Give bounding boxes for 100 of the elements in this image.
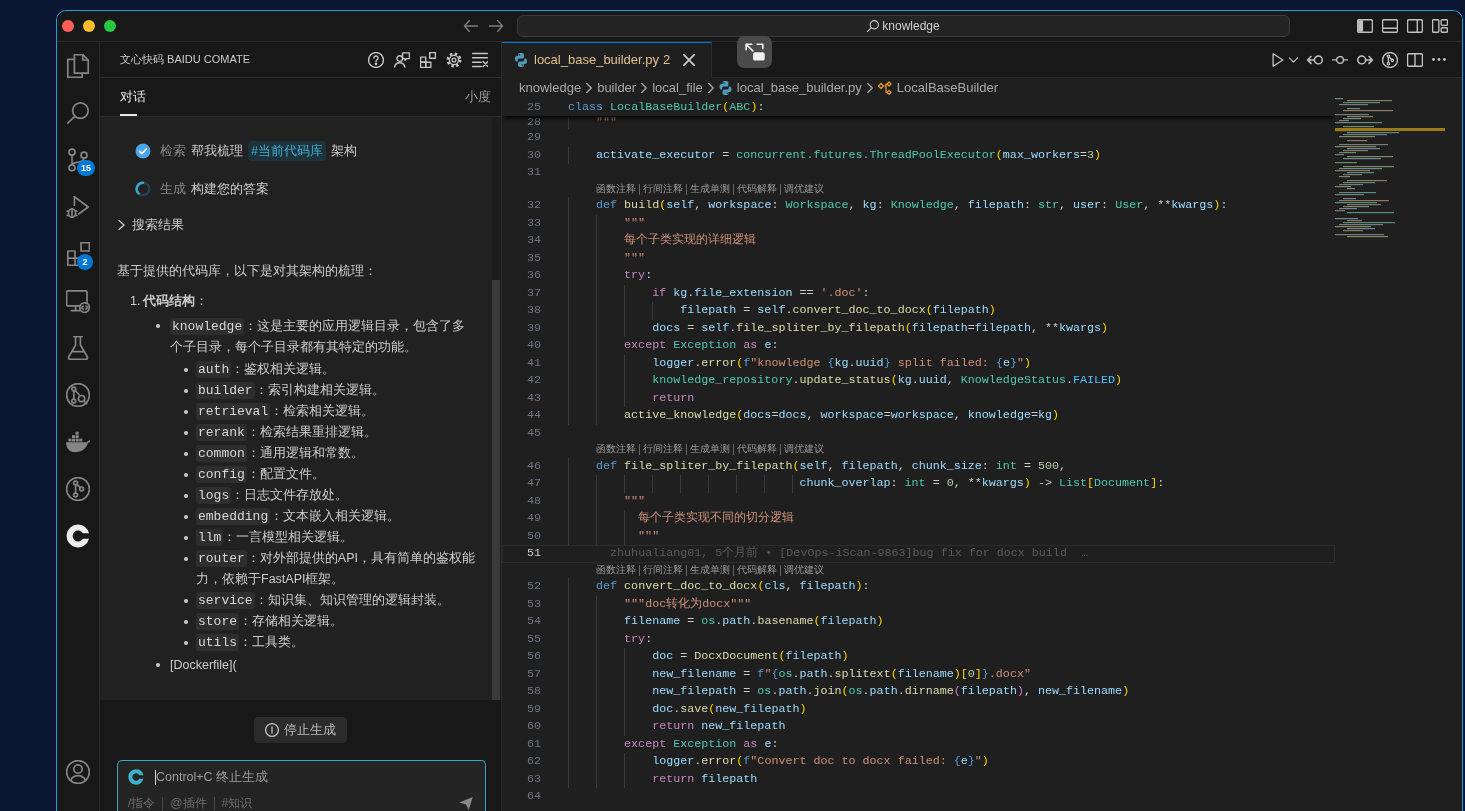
codelens-link[interactable]: 代码解释 <box>733 564 778 576</box>
line-number: 49 <box>525 510 542 527</box>
codelens-link[interactable]: 行间注释 <box>639 183 684 195</box>
line-number: 45 <box>525 424 542 442</box>
line-number: 30 <box>525 146 542 164</box>
shortcut-link[interactable]: @插件 <box>162 796 207 810</box>
line-number: 46 <box>525 457 542 475</box>
codelens-link[interactable]: 行间注释 <box>639 444 684 456</box>
help-icon[interactable] <box>368 51 384 68</box>
account-icon[interactable] <box>66 759 90 784</box>
line-number: 47 <box>525 475 542 492</box>
command-center-button[interactable]: knowledge <box>517 15 1290 37</box>
step-text: 构建您的答案 <box>191 180 269 198</box>
branch-search-icon[interactable] <box>66 382 90 407</box>
step-text: 架构 <box>330 142 357 160</box>
codelens-link[interactable]: 代码解释 <box>733 444 778 456</box>
close-button[interactable] <box>62 20 74 32</box>
editor-tab[interactable]: local_base_builder.py 2 <box>502 41 712 78</box>
chevron-right-icon <box>866 83 873 93</box>
search-icon[interactable] <box>66 100 90 125</box>
sidebar-left-icon[interactable] <box>1357 19 1373 33</box>
monitor-icon[interactable] <box>66 288 90 313</box>
shortcut-link[interactable]: #知识 <box>213 796 253 810</box>
scrollbar-thumb[interactable] <box>492 280 500 700</box>
line-number: 62 <box>525 753 542 770</box>
list-item-text: [Dockerfile]( <box>170 657 238 674</box>
layout-icon[interactable] <box>1432 19 1448 33</box>
chevron-down-icon[interactable] <box>1289 56 1298 63</box>
shortcut-link[interactable]: /指令 <box>128 796 156 810</box>
codelens-link[interactable]: 生成单测 <box>686 564 731 576</box>
breadcrumb-item[interactable]: local_base_builder.py <box>736 78 862 98</box>
breadcrumb-item[interactable]: builder <box>597 78 637 98</box>
codelens-link[interactable]: 生成单测 <box>686 183 731 195</box>
minimize-button[interactable] <box>83 20 95 32</box>
breadcrumb-item[interactable]: knowledge <box>519 78 582 98</box>
codebase-tag: #当前代码库 <box>248 140 326 162</box>
line-number: 28 <box>525 116 542 129</box>
flask-icon[interactable] <box>66 335 90 360</box>
line-number: 59 <box>525 700 542 718</box>
codelens-link[interactable]: 函数注释 <box>596 564 637 576</box>
panel-tab[interactable]: 小度 <box>465 78 491 116</box>
line-number: 60 <box>525 718 542 735</box>
code-line: filepath = self.convert_doc_to_docx(filepath) <box>680 302 996 319</box>
code-line: docs = self.file_spliter_by_filepath(filepath=filepath, **kwargs) <box>652 319 1109 337</box>
circle-arrow-right-icon[interactable] <box>1357 53 1373 66</box>
line-number: 44 <box>525 407 542 424</box>
code-line: try: <box>624 630 653 648</box>
panel-bottom-icon[interactable] <box>1382 19 1398 33</box>
codelens-link[interactable]: 代码解释 <box>733 183 778 195</box>
codelens-link[interactable]: 函数注释 <box>596 183 637 195</box>
arrow-left-icon[interactable] <box>463 20 479 32</box>
codelens-link[interactable]: 调优建议 <box>780 564 825 576</box>
send-icon[interactable] <box>459 796 473 810</box>
files-icon[interactable] <box>66 53 90 78</box>
play-icon[interactable] <box>1271 52 1285 67</box>
class-symbol-icon <box>877 81 892 95</box>
code-line: if kg.file_extension == '.doc': <box>652 284 870 302</box>
floating-window-button[interactable] <box>737 36 772 68</box>
bullet-icon <box>184 556 188 561</box>
breadcrumb-item[interactable]: local_file <box>652 78 703 98</box>
blocks-icon[interactable] <box>420 51 436 68</box>
sidebar-right-icon[interactable] <box>1407 19 1423 33</box>
list-item-text: store：存储相关逻辑。 <box>196 612 344 632</box>
close-icon[interactable] <box>683 54 695 66</box>
bullet-icon <box>156 324 160 328</box>
arrow-right-icon[interactable] <box>488 20 504 32</box>
list-item-text: builder：索引构建相关逻辑。 <box>196 381 386 401</box>
commit-icon[interactable] <box>1332 55 1348 64</box>
line-number: 38 <box>525 302 542 319</box>
line-number: 56 <box>525 648 542 665</box>
codelens-link[interactable]: 调优建议 <box>780 444 825 456</box>
bullet-icon <box>184 493 188 498</box>
codelens-link[interactable]: 调优建议 <box>780 183 825 195</box>
codelens-link[interactable]: 函数注释 <box>596 444 637 456</box>
whale-icon[interactable] <box>66 429 90 454</box>
codelens-link[interactable]: 行间注释 <box>639 564 684 576</box>
blocks-icon[interactable] <box>66 241 90 266</box>
more-icon[interactable] <box>1432 58 1446 61</box>
circle-arrow-left-icon[interactable] <box>1307 53 1323 66</box>
chat-input-box[interactable]: Control+C 终止生成 /指令 @插件 #知识 <box>117 760 486 811</box>
c-logo-icon[interactable] <box>66 523 90 548</box>
line-number: 32 <box>525 197 542 214</box>
count-badge: 2 <box>77 254 93 270</box>
chat-input-field[interactable]: Control+C 终止生成 <box>156 768 473 786</box>
breadcrumb-item[interactable]: LocalBaseBuilder <box>896 78 998 98</box>
chevron-right-icon <box>586 83 593 93</box>
split-editor-icon[interactable] <box>1407 52 1423 67</box>
line-number: 34 <box>525 232 542 249</box>
person-chat-icon[interactable] <box>394 51 410 68</box>
search-results-toggle[interactable]: 搜索结果 <box>117 208 184 242</box>
line-number: 36 <box>525 267 542 284</box>
stop-generating-button[interactable]: 停止生成 <box>254 717 347 743</box>
branch-icon[interactable] <box>66 147 90 172</box>
clear-list-icon[interactable] <box>472 51 488 68</box>
zoom-button[interactable] <box>104 20 116 32</box>
code-line: return <box>652 389 695 407</box>
play-bug-icon[interactable] <box>66 194 90 219</box>
settings-icon[interactable] <box>446 51 462 68</box>
codelens-link[interactable]: 生成单测 <box>686 444 731 456</box>
code-line: activate_executor = concurrent.futures.ThreadPoolExecutor(max_workers=3) <box>596 146 1102 164</box>
